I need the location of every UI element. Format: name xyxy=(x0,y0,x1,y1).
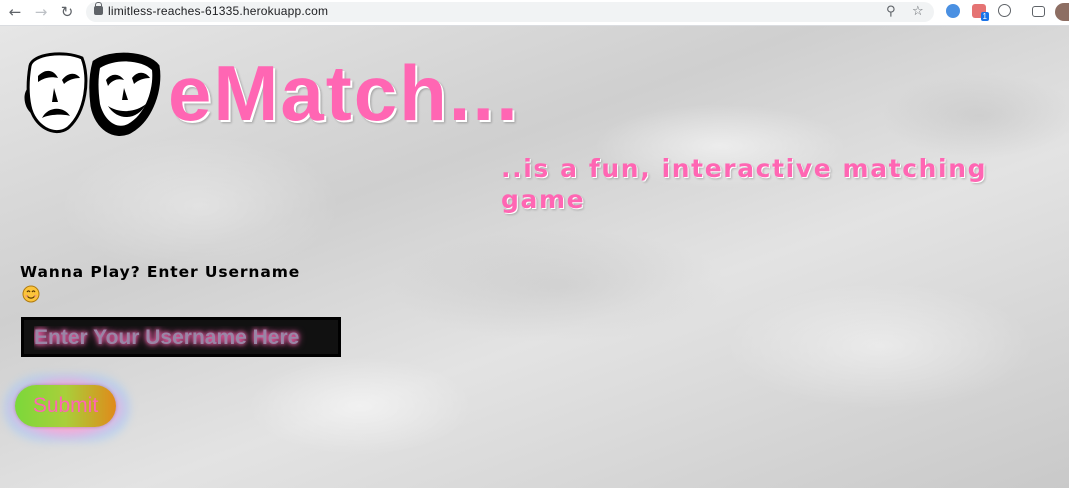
back-icon[interactable]: ← xyxy=(6,3,24,21)
profile-avatar[interactable] xyxy=(1055,3,1069,21)
theater-masks-logo xyxy=(24,52,161,136)
cast-icon[interactable] xyxy=(1032,6,1045,17)
username-prompt: Wanna Play? Enter Username xyxy=(20,263,301,281)
lock-icon xyxy=(94,2,103,15)
extension-icon[interactable] xyxy=(946,4,960,18)
page-background: eMatch... ..is a fun, interactive matchi… xyxy=(0,26,1069,488)
tragedy-mask-icon xyxy=(24,52,88,134)
url-text: limitless-reaches-61335.herokuapp.com xyxy=(108,4,329,18)
username-field-wrapper xyxy=(21,317,341,357)
reload-icon[interactable]: ↻ xyxy=(58,3,76,21)
sync-icon[interactable] xyxy=(998,4,1011,17)
extension-badge-icon[interactable]: 1 xyxy=(972,4,989,21)
comedy-mask-icon xyxy=(89,52,161,136)
tagline: ..is a fun, interactive matching game xyxy=(501,154,988,214)
address-bar[interactable]: limitless-reaches-61335.herokuapp.com ⚲ … xyxy=(86,2,934,22)
username-input[interactable] xyxy=(32,320,334,356)
page-title: eMatch... xyxy=(168,49,520,137)
star-icon[interactable]: ☆ xyxy=(912,3,924,21)
browser-toolbar: ← → ↻ limitless-reaches-61335.herokuapp.… xyxy=(0,0,1069,26)
smiley-icon xyxy=(22,285,40,303)
zoom-icon[interactable]: ⚲ xyxy=(886,3,896,21)
submit-button[interactable]: Submit xyxy=(15,385,116,427)
extension-badge: 1 xyxy=(980,12,989,21)
forward-icon[interactable]: → xyxy=(32,3,50,21)
